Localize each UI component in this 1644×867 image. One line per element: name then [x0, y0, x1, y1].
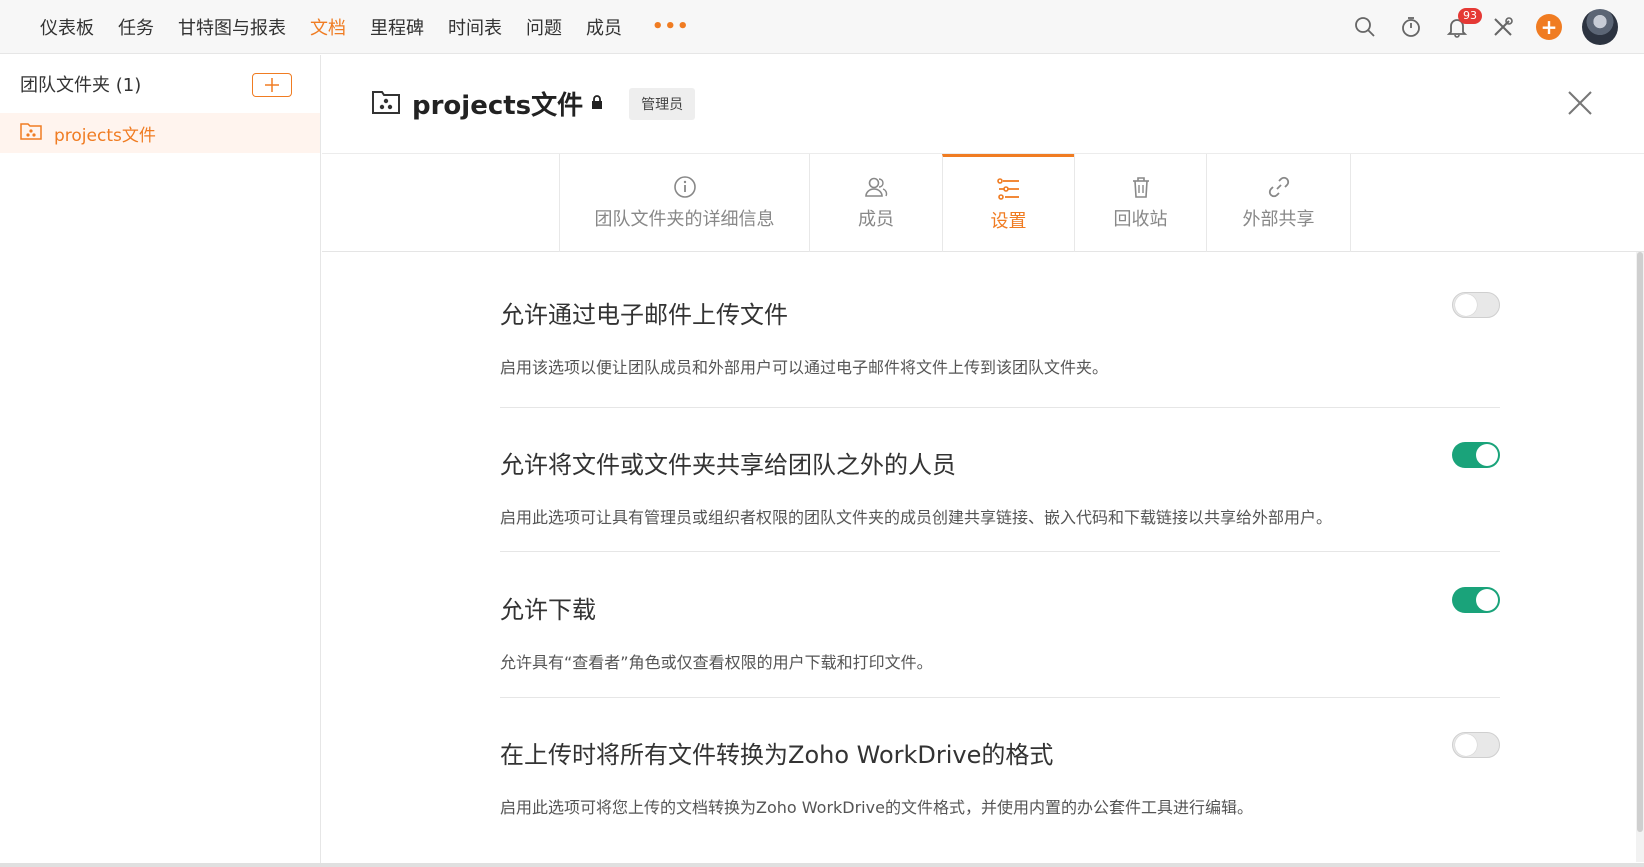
add-team-folder-button[interactable] — [252, 73, 292, 97]
setting-title: 允许将文件或文件夹共享给团队之外的人员 — [500, 451, 956, 479]
page-title: projects文件 — [412, 91, 584, 121]
team-folder-icon — [372, 90, 400, 118]
divider — [500, 551, 1500, 552]
tab-label: 回收站 — [1113, 209, 1168, 230]
divider — [500, 407, 1500, 408]
plus-icon — [265, 78, 279, 92]
tab-recycle-bin[interactable]: 回收站 — [1074, 154, 1206, 252]
scrollbar-thumb[interactable] — [1637, 252, 1643, 832]
nav-tasks[interactable]: 任务 — [118, 0, 154, 53]
nav-members[interactable]: 成员 — [586, 0, 622, 53]
sidebar-item-label: projects文件 — [54, 125, 156, 146]
top-nav: 仪表板 任务 甘特图与报表 文档 里程碑 时间表 问题 成员 ••• 93 + — [0, 0, 1644, 54]
setting-description: 启用该选项以便让团队成员和外部用户可以通过电子邮件将文件上传到该团队文件夹。 — [500, 358, 1109, 377]
nav-menu: 仪表板 任务 甘特图与报表 文档 里程碑 时间表 问题 成员 ••• — [0, 0, 690, 53]
close-icon — [1568, 91, 1592, 115]
tab-label: 成员 — [858, 209, 894, 230]
setting-email-upload: 允许通过电子邮件上传文件 启用该选项以便让团队成员和外部用户可以通过电子邮件将文… — [500, 292, 1500, 378]
tab-external-sharing[interactable]: 外部共享 — [1206, 154, 1350, 252]
info-icon — [673, 175, 697, 199]
tab-label: 团队文件夹的详细信息 — [594, 209, 775, 230]
setting-title: 在上传时将所有文件转换为Zoho WorkDrive的格式 — [500, 741, 1054, 769]
tab-folder-details[interactable]: 团队文件夹的详细信息 — [559, 154, 809, 252]
members-icon — [864, 175, 888, 199]
tab-members[interactable]: 成员 — [809, 154, 942, 252]
nav-timesheet[interactable]: 时间表 — [448, 0, 502, 53]
nav-documents[interactable]: 文档 — [310, 0, 346, 53]
link-icon — [1268, 175, 1290, 199]
setting-external-share: 允许将文件或文件夹共享给团队之外的人员 启用此选项可让具有管理员或组织者权限的团… — [500, 442, 1500, 528]
bell-icon[interactable]: 93 — [1434, 0, 1482, 54]
timer-icon[interactable] — [1388, 0, 1434, 54]
bottom-edge — [0, 863, 1644, 867]
sidebar-title: 团队文件夹 (1) — [20, 75, 142, 96]
allow-download-toggle[interactable] — [1452, 587, 1500, 613]
sidebar: 团队文件夹 (1) projects文件 — [0, 55, 321, 867]
setting-description: 启用此选项可将您上传的文档转换为Zoho WorkDrive的文件格式，并使用内… — [500, 798, 1253, 817]
more-menu-icon[interactable]: ••• — [652, 16, 690, 37]
search-icon[interactable] — [1342, 0, 1388, 54]
main-panel: projects文件 管理员 团队文件夹的详细信息 成员 设置 回收站 外部共享… — [322, 55, 1644, 867]
add-button[interactable]: + — [1526, 0, 1572, 54]
tools-icon[interactable] — [1480, 0, 1526, 54]
role-badge: 管理员 — [629, 87, 696, 120]
notification-badge: 93 — [1458, 8, 1482, 24]
close-button[interactable] — [1566, 89, 1594, 121]
tab-bar: 团队文件夹的详细信息 成员 设置 回收站 外部共享 — [322, 154, 1644, 252]
sidebar-header: 团队文件夹 (1) — [0, 55, 320, 113]
convert-format-toggle[interactable] — [1452, 732, 1500, 758]
settings-sliders-icon — [996, 177, 1021, 201]
setting-allow-download: 允许下载 允许具有“查看者”角色或仅查看权限的用户下载和打印文件。 — [500, 587, 1500, 673]
avatar[interactable] — [1582, 9, 1618, 45]
tab-label: 外部共享 — [1242, 209, 1315, 230]
trash-icon — [1131, 175, 1151, 199]
sidebar-item-projects-folder[interactable]: projects文件 — [0, 113, 320, 153]
divider — [500, 697, 1500, 698]
setting-title: 允许通过电子邮件上传文件 — [500, 301, 788, 329]
top-right-toolbar: 93 + — [1342, 0, 1644, 54]
team-folder-icon — [20, 122, 42, 144]
nav-dashboard[interactable]: 仪表板 — [40, 0, 94, 53]
setting-title: 允许下载 — [500, 596, 596, 624]
nav-milestones[interactable]: 里程碑 — [370, 0, 424, 53]
setting-description: 启用此选项可让具有管理员或组织者权限的团队文件夹的成员创建共享链接、嵌入代码和下… — [500, 508, 1333, 527]
scrollbar[interactable] — [1636, 252, 1644, 862]
setting-description: 允许具有“查看者”角色或仅查看权限的用户下载和打印文件。 — [500, 653, 933, 672]
settings-list: 允许通过电子邮件上传文件 启用该选项以便让团队成员和外部用户可以通过电子邮件将文… — [322, 253, 1644, 867]
tab-label: 设置 — [990, 210, 1027, 232]
email-upload-toggle[interactable] — [1452, 292, 1500, 318]
plus-icon: + — [1536, 14, 1562, 40]
nav-gantt-reports[interactable]: 甘特图与报表 — [178, 0, 286, 53]
external-share-toggle[interactable] — [1452, 442, 1500, 468]
panel-header: projects文件 管理员 — [322, 55, 1644, 154]
tab-settings[interactable]: 设置 — [942, 154, 1074, 252]
nav-issues[interactable]: 问题 — [526, 0, 562, 53]
lock-icon — [591, 94, 603, 113]
setting-convert-format: 在上传时将所有文件转换为Zoho WorkDrive的格式 启用此选项可将您上传… — [500, 732, 1500, 818]
tab-divider — [1350, 154, 1351, 252]
